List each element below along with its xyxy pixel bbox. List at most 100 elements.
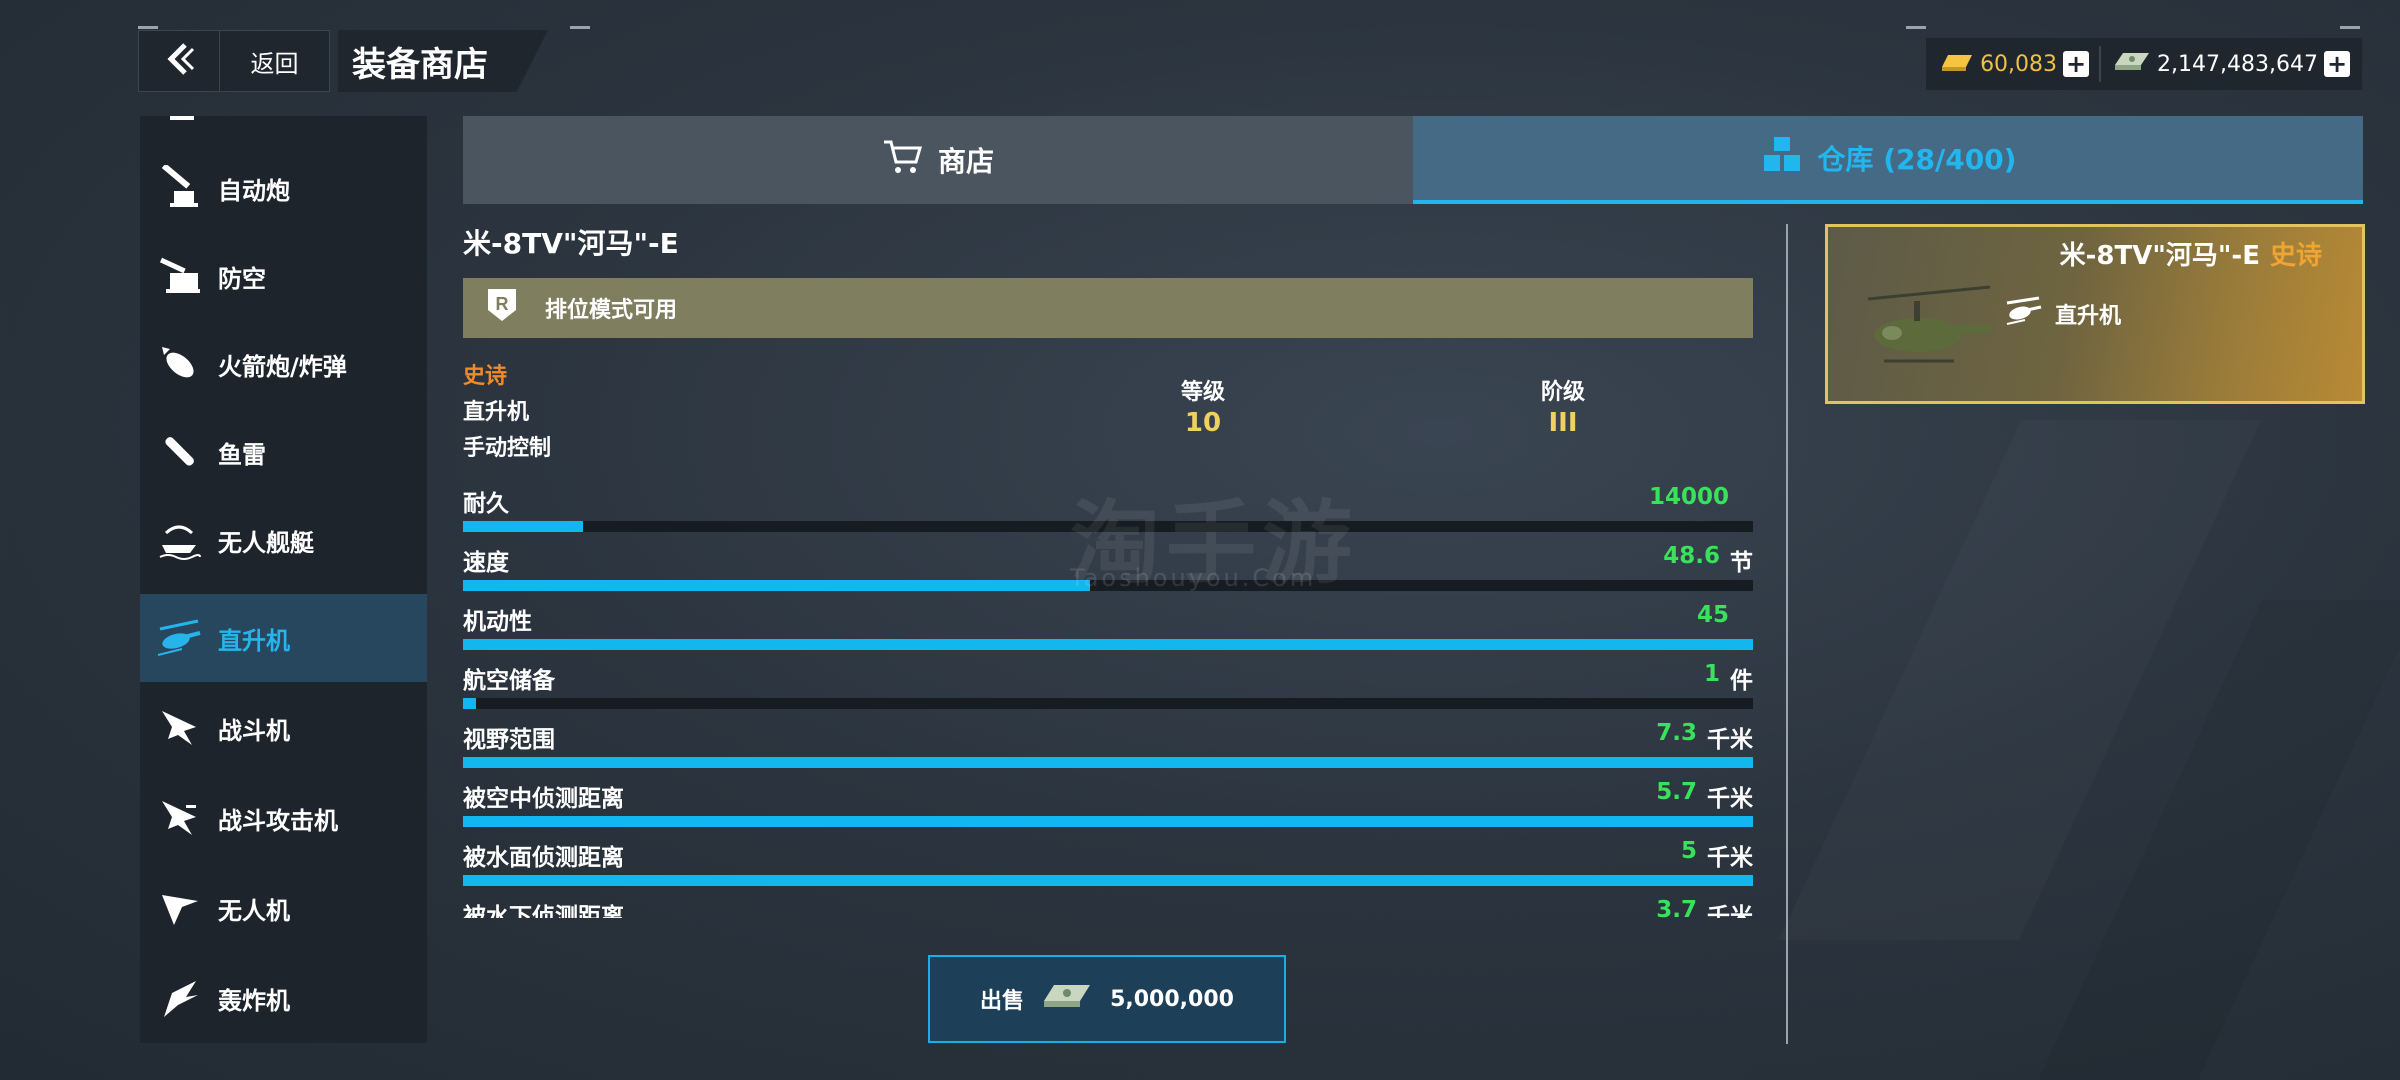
stat-bar-track [463, 757, 1753, 768]
stat-value: 48.6 [1663, 543, 1720, 569]
stat-value-group: 45 [1697, 602, 1753, 628]
stat-value: 5 [1680, 838, 1697, 864]
control-label: 手动控制 [463, 436, 552, 461]
tier-label: 阶级 [1540, 380, 1585, 405]
sidebar-item-strike-fighter[interactable]: 战斗攻击机 [140, 774, 427, 862]
fighter-jet-icon [154, 703, 204, 753]
bomber-icon [154, 973, 204, 1023]
card-type: 直升机 [2003, 295, 2121, 333]
divider [2099, 46, 2102, 82]
sidebar-item-label: 自动炮 [218, 176, 290, 205]
stat-row: 视野范围 7.3 千米 [463, 714, 1753, 773]
stat-unit: 千米 [1707, 786, 1753, 812]
stat-label: 被空中侦测距离 [463, 786, 624, 812]
top-bar: 返回 装备商店 [138, 30, 548, 92]
stat-bar-fill [463, 875, 1753, 886]
stat-value-group: 5 千米 [1681, 838, 1753, 872]
stat-label: 被水面侦测距离 [463, 845, 624, 871]
stat-row: 被空中侦测距离 5.7 千米 [463, 773, 1753, 832]
stat-label: 机动性 [463, 609, 532, 635]
sidebar-item-label: 战斗机 [218, 716, 290, 745]
sidebar-item-label: 轰炸机 [218, 986, 290, 1015]
sidebar-item-label: 直升机 [218, 626, 290, 655]
stat-value-group: 5.7 千米 [1656, 779, 1753, 813]
back-button[interactable] [138, 30, 220, 92]
rarity-label: 史诗 [463, 364, 508, 389]
panel-divider [1786, 224, 1788, 1044]
sidebar-item-drone[interactable]: 无人机 [140, 864, 427, 952]
sidebar-item-torpedo[interactable]: 鱼雷 [140, 408, 427, 496]
stat-value: 14000 [1648, 484, 1729, 510]
stat-bar-track [463, 639, 1753, 650]
card-type-label: 直升机 [2055, 304, 2122, 329]
stat-label: 耐久 [463, 491, 509, 517]
stat-unit: 千米 [1707, 845, 1753, 871]
sidebar-item-drone-boat[interactable]: 无人舰艇 [140, 496, 427, 584]
stat-label: 视野范围 [463, 727, 555, 753]
sidebar-item-autocannon[interactable]: 自动炮 [140, 144, 427, 232]
sell-label: 出售 [980, 989, 1025, 1014]
stat-row: 航空储备 1 件 [463, 655, 1753, 714]
sidebar-item-label: 鱼雷 [218, 440, 266, 469]
tab-storage[interactable]: 仓库 (28/400) [1413, 116, 2363, 204]
stat-value: 7.3 [1656, 720, 1697, 746]
sidebar-item-label: 战斗攻击机 [218, 806, 338, 835]
sidebar-item-fighter-jet[interactable]: 战斗机 [140, 684, 427, 772]
sell-button[interactable]: 出售 5,000,000 [928, 955, 1286, 1043]
drone-icon [154, 883, 204, 933]
stat-label: 被水下侦测距离 [463, 904, 624, 918]
item-preview-card[interactable]: 米-8TV"河马"-E 史诗 直升机 [1825, 224, 2365, 404]
helicopter-image [1858, 277, 1998, 391]
stat-bar-track [463, 816, 1753, 827]
stat-row: 被水面侦测距离 5 千米 [463, 832, 1753, 891]
sidebar-item-rocket-bomb[interactable]: 火箭炮/炸弹 [140, 320, 427, 408]
back-label[interactable]: 返回 [220, 30, 330, 92]
category-sidebar: 自动炮 防空 火箭炮/炸弹 鱼雷 无人舰艇 直升机 战斗机 战斗攻击机 无人机 … [140, 116, 427, 1043]
add-cash-button[interactable]: + [2324, 51, 2350, 77]
strike-fighter-icon [154, 793, 204, 843]
corner-mark [570, 26, 590, 29]
type-label: 直升机 [463, 400, 530, 425]
stat-value-group: 48.6 节 [1663, 543, 1753, 577]
gold-balance: 60,083 + [1938, 49, 2090, 79]
stat-bar-fill [463, 580, 1090, 591]
tab-bar: 商店 仓库 (28/400) [463, 116, 2363, 204]
gold-amount: 60,083 [1980, 51, 2058, 77]
sell-price: 5,000,000 [1110, 986, 1234, 1012]
level-label: 等级 [1180, 380, 1225, 405]
sidebar-item-bomber[interactable]: 轰炸机 [140, 954, 427, 1042]
stat-value-group: 14000 [1649, 484, 1753, 510]
stat-value-group: 7.3 千米 [1656, 720, 1753, 754]
tab-storage-label: 仓库 (28/400) [1817, 143, 2017, 176]
tab-shop-label: 商店 [937, 145, 994, 178]
stat-unit: 件 [1730, 668, 1753, 694]
ranked-mode-text: 排位模式可用 [545, 298, 678, 323]
chevron-left-icon [159, 39, 199, 83]
anti-air-icon [154, 251, 204, 301]
torpedo-icon [154, 427, 204, 477]
sidebar-item-label: 无人舰艇 [218, 528, 314, 557]
stat-bar-fill [463, 639, 1753, 650]
tab-shop[interactable]: 商店 [463, 116, 1413, 204]
stat-row: 机动性 45 [463, 596, 1753, 655]
corner-mark [2340, 26, 2360, 29]
stat-bar-track [463, 875, 1753, 886]
stat-bar-fill [463, 757, 1753, 768]
stat-label: 航空储备 [463, 668, 555, 694]
stat-unit: 节 [1730, 550, 1753, 576]
stat-value: 5.7 [1656, 779, 1697, 805]
sidebar-item-label: 防空 [218, 264, 266, 293]
cash-amount: 2,147,483,647 [2157, 51, 2318, 77]
currency-bar: 60,083 + 2,147,483,647 + [1926, 38, 2362, 90]
ranked-shield-icon: R [485, 286, 519, 330]
add-gold-button[interactable]: + [2063, 51, 2090, 77]
svg-text:R: R [496, 294, 509, 314]
stat-row: 被水下侦测距离 3.7 千米 [463, 891, 1753, 918]
ranked-mode-banner: R 排位模式可用 [463, 278, 1753, 338]
helicopter-icon [2003, 295, 2043, 333]
watermark-sub: Taoshouyou.Com [1070, 564, 1317, 592]
sidebar-item-anti-air[interactable]: 防空 [140, 232, 427, 320]
sidebar-item-helicopter[interactable]: 直升机 [140, 594, 427, 682]
scroll-hint [170, 116, 194, 120]
autocannon-icon [154, 163, 204, 213]
